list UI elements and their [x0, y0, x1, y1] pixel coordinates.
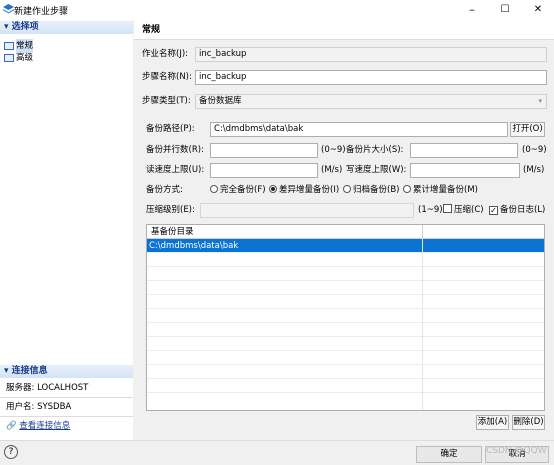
base-backup-table[interactable]: 基备份目录 C:\dmdbms\data\bak	[146, 224, 545, 411]
read-limit-field[interactable]	[210, 163, 318, 178]
job-name-label: 作业名称(J):	[142, 49, 189, 59]
table-row-empty	[147, 393, 544, 407]
parallel-range: (0~9)	[321, 145, 346, 155]
compress-checkbox[interactable]: 压缩(C)	[443, 203, 484, 217]
step-type-select[interactable]: 备份数据库 ▾	[195, 94, 547, 109]
table-row-empty	[147, 365, 544, 379]
page-icon	[4, 53, 14, 62]
view-connection-row[interactable]: 🔗 查看连接信息	[0, 417, 133, 436]
options-section-header: ▾ 选择项	[0, 21, 133, 34]
table-row-empty	[147, 309, 544, 323]
ok-button[interactable]: 确定	[416, 446, 482, 463]
step-type-value: 备份数据库	[199, 96, 242, 106]
piece-size-field[interactable]	[410, 143, 518, 158]
backup-log-checkbox-label: 备份日志(L)	[500, 205, 546, 215]
section-title: 常规	[134, 20, 554, 40]
compress-checkbox-label: 压缩(C)	[454, 205, 484, 215]
write-limit-label: 写速度上限(W):	[346, 165, 407, 175]
view-connection-link[interactable]: 查看连接信息	[19, 421, 70, 431]
backup-path-field[interactable]: C:\dmdbms\data\bak	[210, 122, 508, 137]
tree-item-advanced[interactable]: 高级	[4, 52, 33, 63]
backup-path-label: 备份路径(P):	[146, 124, 195, 134]
radio-off-icon	[343, 185, 351, 193]
connection-icon: 🔗	[6, 421, 20, 431]
table-row-empty	[147, 281, 544, 295]
table-row-empty	[147, 379, 544, 393]
chevron-down-icon: ▾	[4, 22, 12, 32]
open-button[interactable]: 打开(O)	[510, 122, 545, 137]
watermark: CSDN @QQW	[486, 446, 547, 456]
add-button[interactable]: 添加(A)	[476, 415, 509, 430]
step-name-field[interactable]: inc_backup	[195, 70, 547, 85]
close-button[interactable]: ✕	[528, 2, 548, 18]
backup-log-checkbox[interactable]: ✓ 备份日志(L)	[489, 203, 545, 217]
job-name-field[interactable]: inc_backup	[195, 47, 547, 62]
maximize-button[interactable]: ☐	[495, 2, 515, 18]
radio-on-icon	[269, 185, 277, 193]
step-type-label: 步骤类型(T):	[142, 96, 191, 106]
chevron-down-icon: ▾	[4, 366, 12, 376]
checkbox-icon	[443, 204, 452, 213]
app-icon	[3, 4, 14, 14]
column-header-base-backup-dir[interactable]: 基备份目录	[147, 225, 423, 239]
mode-diff-radio[interactable]: 差异增量备份(I)	[269, 183, 339, 197]
write-unit: (M/s)	[523, 165, 545, 175]
parallel-label: 备份并行数(R):	[146, 145, 204, 155]
window-title: 新建作业步骤	[14, 7, 69, 17]
table-row-empty	[147, 253, 544, 267]
mode-diff-label: 差异增量备份(I)	[279, 185, 340, 195]
step-name-label: 步骤名称(N):	[142, 72, 192, 82]
mode-archive-label: 归档备份(B)	[353, 185, 400, 195]
compress-level-field[interactable]	[200, 203, 414, 218]
delete-button[interactable]: 删除(D)	[512, 415, 545, 430]
table-row-empty	[147, 267, 544, 281]
write-limit-field[interactable]	[410, 163, 520, 178]
mode-archive-radio[interactable]: 归档备份(B)	[343, 183, 399, 197]
compress-range: (1~9)	[418, 205, 443, 215]
checkbox-checked-icon: ✓	[489, 206, 498, 215]
help-icon[interactable]: ?	[4, 445, 18, 459]
table-row-empty	[147, 323, 544, 337]
mode-full-label: 完全备份(F)	[220, 185, 266, 195]
parallel-field[interactable]	[210, 143, 318, 158]
page-icon	[4, 41, 14, 50]
read-limit-label: 读速度上限(U):	[146, 165, 205, 175]
piece-range: (0~9)	[522, 145, 547, 155]
compress-level-label: 压缩级别(E):	[146, 205, 195, 215]
chevron-down-icon: ▾	[538, 97, 542, 105]
mode-full-radio[interactable]: 完全备份(F)	[210, 183, 266, 197]
piece-size-label: 备份片大小(S):	[346, 145, 404, 155]
table-cell: C:\dmdbms\data\bak	[149, 241, 239, 251]
mode-cumulative-label: 累计增量备份(M)	[413, 185, 478, 195]
table-header: 基备份目录	[147, 225, 544, 239]
radio-off-icon	[210, 185, 218, 193]
tree-item-general[interactable]: 常规	[4, 38, 34, 53]
user-info: 用户名: SYSDBA	[0, 398, 133, 417]
connection-section-title: 连接信息	[11, 366, 48, 376]
backup-mode-label: 备份方式:	[146, 185, 183, 195]
table-row-empty	[147, 351, 544, 365]
table-row[interactable]: C:\dmdbms\data\bak	[147, 239, 544, 253]
connection-section-header: ▾ 连接信息	[0, 365, 133, 378]
column-divider	[422, 239, 423, 410]
mode-cumulative-radio[interactable]: 累计增量备份(M)	[403, 183, 478, 197]
tree-item-label: 高级	[16, 52, 34, 63]
table-row-empty	[147, 295, 544, 309]
server-info: 服务器: LOCALHOST	[0, 379, 133, 398]
radio-off-icon	[403, 185, 411, 193]
table-row-empty	[147, 337, 544, 351]
read-unit: (M/s)	[321, 165, 343, 175]
options-section-title: 选择项	[11, 22, 39, 32]
minimize-button[interactable]: –	[462, 2, 482, 18]
